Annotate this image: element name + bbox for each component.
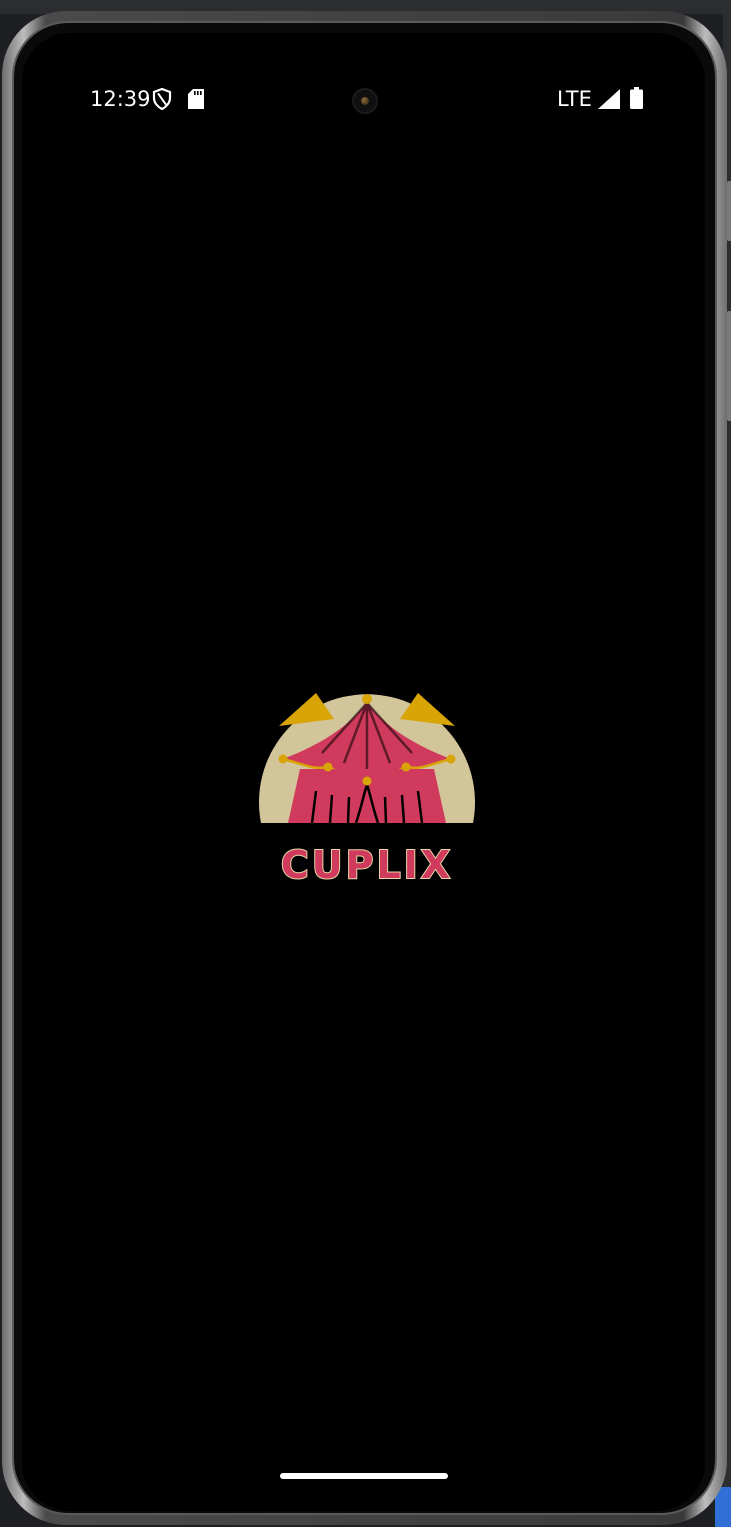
app-logo: CUPLIX bbox=[252, 633, 482, 897]
home-indicator[interactable] bbox=[280, 1473, 448, 1479]
battery-icon bbox=[630, 87, 643, 113]
power-button bbox=[727, 181, 731, 241]
status-bar: 12:39 LTE bbox=[22, 33, 705, 123]
sd-card-icon bbox=[188, 89, 204, 113]
volume-button bbox=[727, 311, 731, 421]
brand-name: CUPLIX bbox=[280, 842, 454, 888]
signal-icon bbox=[598, 89, 620, 113]
front-camera bbox=[352, 88, 378, 114]
status-time: 12:39 bbox=[90, 87, 151, 111]
circus-tent-icon bbox=[259, 693, 475, 824]
phone-screen[interactable]: 12:39 LTE CUPLIX bbox=[22, 33, 705, 1511]
phone-frame: 12:39 LTE CUPLIX bbox=[2, 11, 731, 1525]
network-type-label: LTE bbox=[557, 87, 592, 111]
shield-icon bbox=[152, 87, 172, 114]
